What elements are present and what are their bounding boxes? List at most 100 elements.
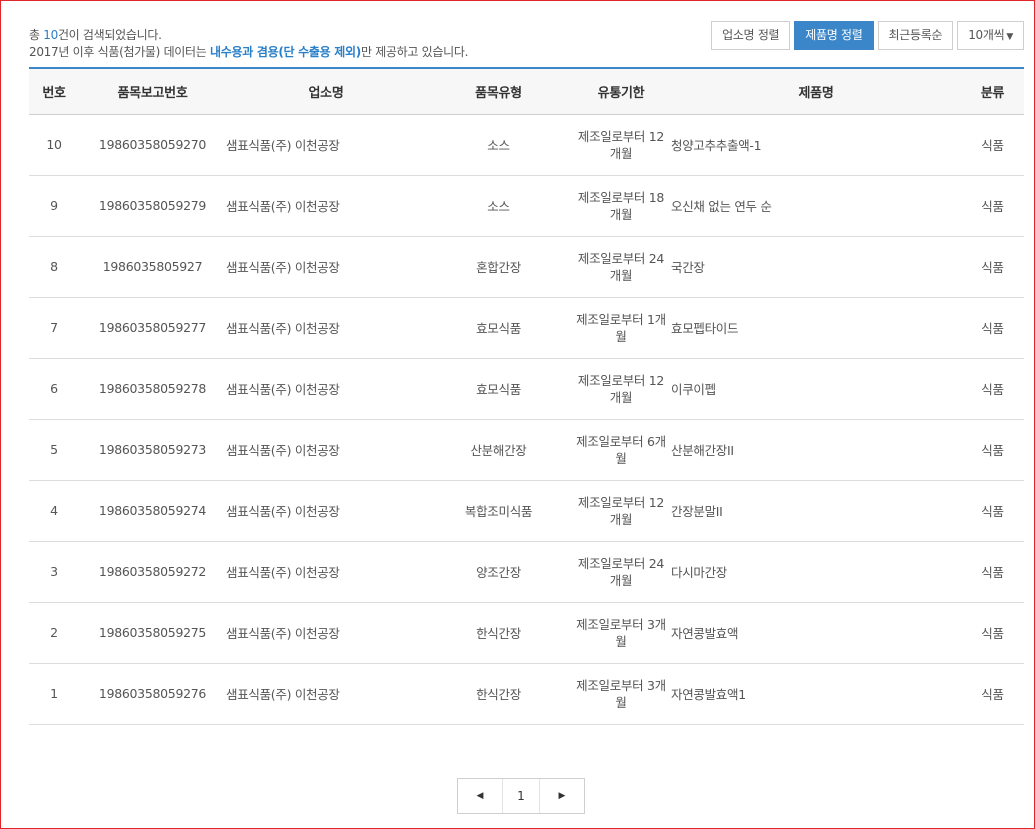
cell-no: 8 bbox=[50, 259, 58, 274]
col-header-expiry[interactable]: 유통기한 bbox=[571, 68, 671, 114]
results-table: 번호 품목보고번호 업소명 품목유형 유통기한 제품명 분류 10 1986035… bbox=[29, 67, 1024, 725]
table-row[interactable]: 2 19860358059275 샘표식품(주) 이천공장 한식간장 제조일로부터 3개… bbox=[29, 602, 1024, 663]
cell-company: 샘표식품(주) 이천공장 bbox=[226, 382, 340, 397]
cell-product-link[interactable]: 산분해간장II bbox=[671, 419, 961, 480]
table-row[interactable]: 4 19860358059274 샘표식품(주) 이천공장 복합조미식품 제조일로부터 … bbox=[29, 480, 1024, 541]
cell-no: 5 bbox=[50, 442, 58, 457]
cell-company: 샘표식품(주) 이천공장 bbox=[226, 199, 340, 214]
count-suffix: 건이 검색되었습니다. bbox=[57, 28, 162, 42]
cell-category: 식품 bbox=[981, 199, 1004, 214]
cell-expiry: 제조일로부터 12개월 bbox=[577, 128, 665, 161]
cell-no: 4 bbox=[50, 503, 58, 518]
table-row[interactable]: 10 19860358059270 샘표식품(주) 이천공장 소스 제조일로부터 12개… bbox=[29, 114, 1024, 175]
cell-expiry: 제조일로부터 1개월 bbox=[576, 311, 666, 344]
cell-report-no: 19860358059278 bbox=[98, 381, 207, 396]
sort-toolbar: 업소명 정렬 제품명 정렬 최근등록순 10개씩 ▼ bbox=[711, 21, 1024, 50]
cell-report-no: 19860358059270 bbox=[98, 137, 207, 152]
cell-type: 한식간장 bbox=[476, 687, 521, 702]
notice-suffix: 만 제공하고 있습니다. bbox=[360, 45, 469, 59]
cell-company: 샘표식품(주) 이천공장 bbox=[226, 687, 340, 702]
cell-type: 양조간장 bbox=[476, 565, 521, 580]
cell-report-no: 19860358059272 bbox=[98, 564, 207, 579]
col-header-company[interactable]: 업소명 bbox=[226, 68, 426, 114]
cell-category: 식품 bbox=[981, 321, 1004, 336]
prev-page-icon[interactable]: ◀ bbox=[458, 779, 502, 813]
result-count: 10 bbox=[43, 28, 58, 42]
data-notice: 2017년 이후 식품(첨가물) 데이터는 내수용과 겸용(단 수출용 제외)만… bbox=[29, 44, 468, 61]
cell-type: 소스 bbox=[487, 138, 510, 153]
cell-product-link[interactable]: 이쿠이펩 bbox=[671, 358, 961, 419]
results-header: 총 10건이 검색되었습니다. 2017년 이후 식품(첨가물) 데이터는 내수… bbox=[29, 21, 1024, 65]
table-row[interactable]: 5 19860358059273 샘표식품(주) 이천공장 산분해간장 제조일로부터 6… bbox=[29, 419, 1024, 480]
cell-type: 혼합간장 bbox=[476, 260, 521, 275]
cell-product-link[interactable]: 다시마간장 bbox=[671, 541, 961, 602]
cell-no: 9 bbox=[50, 198, 58, 213]
cell-type: 효모식품 bbox=[476, 382, 521, 397]
cell-expiry: 제조일로부터 12 개월 bbox=[577, 372, 665, 405]
table-row[interactable]: 6 19860358059278 샘표식품(주) 이천공장 효모식품 제조일로부터 12… bbox=[29, 358, 1024, 419]
cell-category: 식품 bbox=[981, 260, 1004, 275]
cell-report-no: 1986035805927 bbox=[102, 259, 203, 274]
table-header-row: 번호 품목보고번호 업소명 품목유형 유통기한 제품명 분류 bbox=[29, 68, 1024, 114]
col-header-category[interactable]: 분류 bbox=[961, 68, 1024, 114]
cell-company: 샘표식품(주) 이천공장 bbox=[226, 504, 340, 519]
page-number-current[interactable]: 1 bbox=[502, 779, 540, 813]
cell-type: 소스 bbox=[487, 199, 510, 214]
cell-report-no: 19860358059277 bbox=[98, 320, 207, 335]
col-header-type[interactable]: 품목유형 bbox=[426, 68, 571, 114]
caret-down-icon: ▼ bbox=[1006, 32, 1013, 42]
cell-company: 샘표식품(주) 이천공장 bbox=[226, 321, 340, 336]
cell-report-no: 19860358059279 bbox=[98, 198, 207, 213]
cell-expiry: 제조일로부터 12개월 bbox=[577, 494, 665, 527]
col-header-product[interactable]: 제품명 bbox=[671, 68, 961, 114]
table-row[interactable]: 3 19860358059272 샘표식품(주) 이천공장 양조간장 제조일로부터 24… bbox=[29, 541, 1024, 602]
cell-report-no: 19860358059276 bbox=[98, 686, 207, 701]
cell-expiry: 제조일로부터 3개월 bbox=[576, 616, 666, 649]
cell-product-link[interactable]: 간장분말II bbox=[671, 480, 961, 541]
cell-type: 산분해간장 bbox=[470, 443, 527, 458]
cell-type: 복합조미식품 bbox=[464, 504, 533, 519]
cell-product-link[interactable]: 오신채 없는 연두 순 bbox=[671, 175, 961, 236]
table-row[interactable]: 8 1986035805927 샘표식품(주) 이천공장 혼합간장 제조일로부터 24개… bbox=[29, 236, 1024, 297]
cell-category: 식품 bbox=[981, 138, 1004, 153]
table-row[interactable]: 7 19860358059277 샘표식품(주) 이천공장 효모식품 제조일로부터 1개… bbox=[29, 297, 1024, 358]
cell-product-link[interactable]: 청양고추추출액-1 bbox=[671, 114, 961, 175]
cell-product-link[interactable]: 자연콩발효액1 bbox=[671, 663, 961, 724]
cell-product-link[interactable]: 효모펩타이드 bbox=[671, 297, 961, 358]
sort-by-product-button[interactable]: 제품명 정렬 bbox=[794, 21, 874, 50]
count-prefix: 총 bbox=[29, 28, 44, 42]
cell-category: 식품 bbox=[981, 382, 1004, 397]
page-size-label: 10개씩 bbox=[968, 28, 1005, 42]
sort-by-recent-button[interactable]: 최근등록순 bbox=[877, 21, 954, 50]
cell-company: 샘표식품(주) 이천공장 bbox=[226, 138, 340, 153]
result-count-line: 총 10건이 검색되었습니다. bbox=[29, 27, 468, 44]
cell-report-no: 19860358059274 bbox=[98, 503, 207, 518]
cell-category: 식품 bbox=[981, 565, 1004, 580]
cell-company: 샘표식품(주) 이천공장 bbox=[226, 443, 340, 458]
cell-no: 2 bbox=[50, 625, 58, 640]
cell-company: 샘표식품(주) 이천공장 bbox=[226, 626, 340, 641]
result-summary: 총 10건이 검색되었습니다. 2017년 이후 식품(첨가물) 데이터는 내수… bbox=[29, 27, 468, 61]
table-row[interactable]: 9 19860358059279 샘표식품(주) 이천공장 소스 제조일로부터 18개월… bbox=[29, 175, 1024, 236]
notice-prefix: 2017년 이후 식품(첨가물) 데이터는 bbox=[29, 45, 211, 59]
cell-expiry: 제조일로부터 24 개월 bbox=[577, 555, 665, 588]
cell-report-no: 19860358059273 bbox=[98, 442, 207, 457]
cell-no: 7 bbox=[50, 320, 58, 335]
cell-type: 한식간장 bbox=[476, 626, 521, 641]
table-row[interactable]: 1 19860358059276 샘표식품(주) 이천공장 한식간장 제조일로부터 3개… bbox=[29, 663, 1024, 724]
sort-by-company-button[interactable]: 업소명 정렬 bbox=[711, 21, 791, 50]
cell-no: 3 bbox=[50, 564, 58, 579]
col-header-report-no[interactable]: 품목보고번호 bbox=[79, 68, 226, 114]
cell-category: 식품 bbox=[981, 504, 1004, 519]
page-size-dropdown[interactable]: 10개씩 ▼ bbox=[957, 21, 1024, 50]
cell-type: 효모식품 bbox=[476, 321, 521, 336]
cell-expiry: 제조일로부터 24개월 bbox=[577, 250, 665, 283]
notice-highlight: 내수용과 겸용(단 수출용 제외) bbox=[210, 45, 361, 59]
cell-company: 샘표식품(주) 이천공장 bbox=[226, 260, 340, 275]
cell-no: 6 bbox=[50, 381, 58, 396]
cell-product-link[interactable]: 국간장 bbox=[671, 236, 961, 297]
cell-product-link[interactable]: 자연콩발효액 bbox=[671, 602, 961, 663]
cell-category: 식품 bbox=[981, 687, 1004, 702]
col-header-no[interactable]: 번호 bbox=[29, 68, 79, 114]
next-page-icon[interactable]: ▶ bbox=[540, 779, 584, 813]
